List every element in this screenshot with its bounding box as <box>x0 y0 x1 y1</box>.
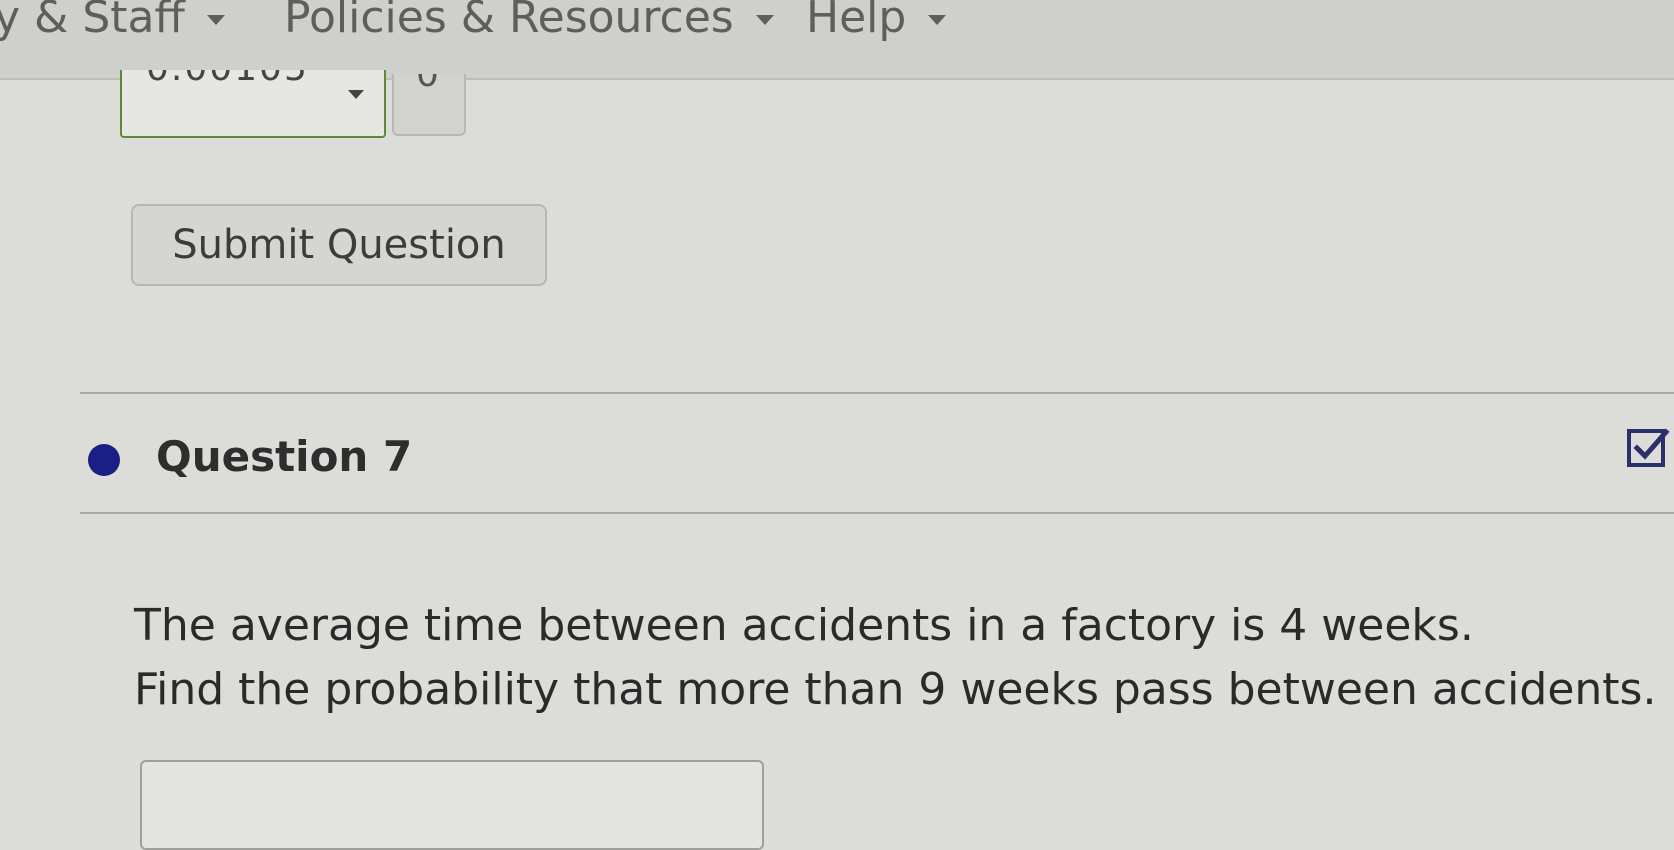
question-text-line-1: The average time between accidents in a … <box>134 600 1474 651</box>
divider <box>80 512 1674 514</box>
nav-help[interactable]: Help <box>806 0 947 43</box>
previous-answer-dropdown[interactable]: 0.00105 <box>120 70 386 138</box>
chevron-down-icon <box>206 14 225 25</box>
previous-answer-button[interactable]: 0 <box>392 74 466 136</box>
chevron-down-icon <box>755 14 774 25</box>
nav-faculty-staff[interactable]: y & Staff <box>0 0 225 43</box>
previous-answer-button-label: 0 <box>416 74 439 95</box>
nav-policies-resources-label: Policies & Resources <box>284 0 734 43</box>
nav-help-label: Help <box>806 0 907 43</box>
top-navigation: y & Staff Policies & Resources Help <box>0 0 1674 80</box>
chevron-down-icon <box>928 14 947 25</box>
divider <box>80 392 1674 394</box>
nav-faculty-staff-label: y & Staff <box>0 0 185 43</box>
question-status-dot <box>88 444 120 476</box>
nav-policies-resources[interactable]: Policies & Resources <box>284 0 774 43</box>
checkbox-checked-icon[interactable] <box>1626 426 1670 470</box>
submit-question-button[interactable]: Submit Question <box>131 204 547 286</box>
previous-answer-value: 0.00105 <box>146 70 309 89</box>
question-text-line-2: Find the probability that more than 9 we… <box>134 664 1657 715</box>
question-title: Question 7 <box>156 432 413 481</box>
chevron-down-icon <box>348 90 364 99</box>
